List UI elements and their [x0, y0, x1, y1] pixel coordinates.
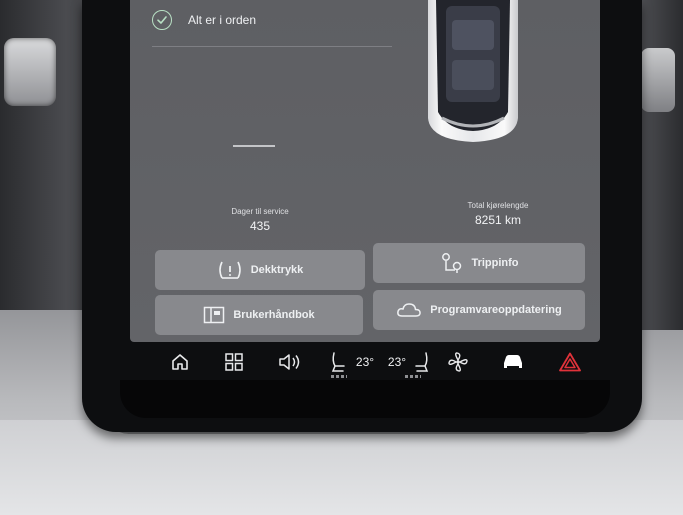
trip-info-button[interactable]: Trippinfo — [373, 243, 585, 283]
mileage-label: Total kjørelengde — [467, 201, 529, 210]
right-vent-knob — [641, 48, 675, 112]
left-vent-knob — [4, 38, 56, 106]
seat-heat-right-level — [405, 375, 421, 378]
trip-info-icon — [442, 253, 462, 273]
tyre-pressure-label: Dekktrykk — [250, 264, 304, 276]
service-label: Dager til service — [231, 207, 289, 216]
trip-info-label: Trippinfo — [471, 257, 519, 269]
owners-manual-label: Brukerhåndbok — [233, 309, 315, 321]
owners-manual-button[interactable]: Brukerhåndbok — [155, 295, 363, 335]
software-update-button[interactable]: Programvareoppdatering — [373, 290, 585, 330]
divider — [152, 46, 392, 47]
hazard-icon[interactable] — [558, 351, 582, 373]
home-icon[interactable] — [168, 351, 192, 373]
dashboard-lower-panel — [0, 420, 683, 515]
placeholder-dash — [233, 145, 275, 147]
tyre-pressure-icon — [218, 261, 241, 279]
cloud-icon — [397, 303, 422, 317]
mileage-value: 8251 km — [474, 213, 522, 227]
seat-heat-right-icon[interactable] — [412, 351, 432, 373]
tyre-pressure-button[interactable]: Dekktrykk — [155, 250, 365, 290]
seat-heat-left-icon[interactable] — [328, 351, 348, 373]
car-top-view-image — [428, 0, 518, 142]
check-circle-icon — [152, 10, 172, 30]
service-value: 435 — [249, 219, 271, 233]
status-text: Alt er i orden — [188, 13, 257, 27]
days-to-service: Dager til service 435 — [218, 207, 302, 233]
apps-grid-icon[interactable] — [222, 351, 246, 373]
car-status-screen: Alt er i orden Dager til service 435 Tot… — [130, 0, 600, 342]
temp-passenger[interactable]: 23° — [382, 351, 412, 373]
volume-icon[interactable] — [276, 351, 304, 373]
screen-lower-bezel — [120, 380, 610, 418]
seat-heat-left-level — [331, 375, 347, 378]
bottom-toolbar: 23° 23° — [130, 342, 600, 382]
total-mileage: Total kjørelengde 8251 km — [448, 201, 548, 227]
temp-driver[interactable]: 23° — [350, 351, 380, 373]
book-icon — [204, 306, 225, 324]
software-update-label: Programvareoppdatering — [430, 304, 562, 316]
car-icon[interactable] — [500, 351, 526, 373]
status-row: Alt er i orden — [152, 10, 256, 30]
fan-icon[interactable] — [446, 351, 470, 373]
